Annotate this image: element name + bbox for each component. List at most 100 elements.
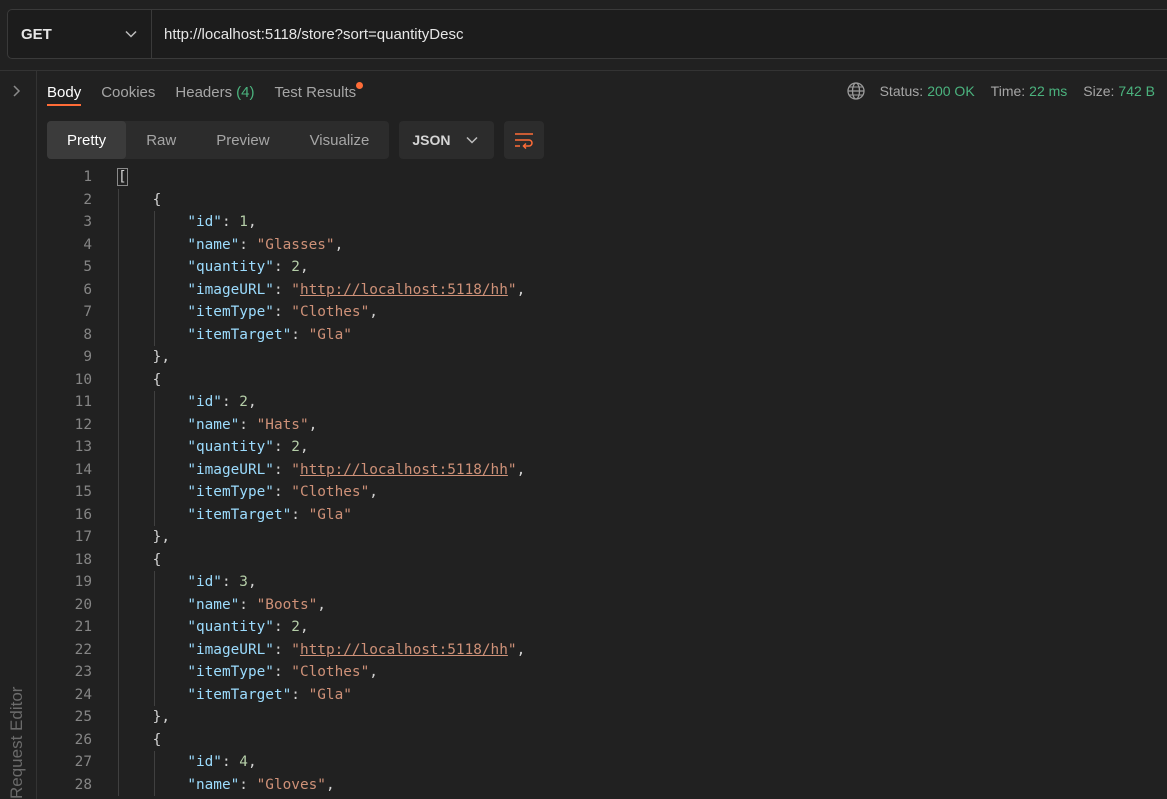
view-preview-button[interactable]: Preview bbox=[196, 121, 289, 159]
line-number: 5 bbox=[83, 259, 92, 275]
code-line-content: "id": 1, bbox=[118, 211, 256, 234]
code-line: 12 "name": "Hats", bbox=[47, 414, 1167, 437]
code-punct: , bbox=[369, 304, 378, 320]
code-punct: { bbox=[118, 191, 162, 208]
globe-icon[interactable] bbox=[846, 81, 866, 101]
time-readout[interactable]: Time: 22 ms bbox=[991, 83, 1068, 99]
code-line: 22 "imageURL": "http://localhost:5118/hh… bbox=[47, 639, 1167, 662]
view-raw-button[interactable]: Raw bbox=[126, 121, 196, 159]
code-punct: , bbox=[325, 776, 335, 793]
code-punct: { bbox=[118, 731, 162, 748]
code-punct bbox=[118, 777, 187, 793]
response-tabs: Body Cookies Headers (4) Test Results bbox=[47, 71, 364, 113]
code-punct: : bbox=[239, 416, 257, 433]
tab-headers[interactable]: Headers (4) bbox=[175, 72, 254, 112]
code-punct: : bbox=[291, 326, 309, 343]
code-punct: : bbox=[273, 259, 292, 275]
code-line-content: "imageURL": "http://localhost:5118/hh", bbox=[118, 279, 525, 302]
json-key: "itemType" bbox=[187, 304, 274, 320]
json-string: "Clothes" bbox=[291, 664, 370, 680]
status-readout[interactable]: Status: 200 OK bbox=[880, 83, 975, 99]
code-punct: , bbox=[369, 664, 378, 680]
code-line-content: "quantity": 2, bbox=[118, 436, 308, 459]
chevron-down-icon bbox=[466, 136, 478, 144]
json-string: "Gla" bbox=[308, 506, 352, 523]
code-punct bbox=[118, 754, 187, 770]
json-string: " bbox=[507, 281, 517, 298]
json-number: 3 bbox=[239, 574, 248, 590]
wrap-lines-button[interactable] bbox=[504, 121, 545, 159]
line-number: 15 bbox=[74, 484, 92, 500]
json-link[interactable]: http://localhost:5118/hh bbox=[300, 642, 508, 658]
format-select[interactable]: JSON bbox=[399, 121, 495, 159]
code-punct bbox=[118, 259, 187, 275]
code-line-content: "quantity": 2, bbox=[118, 256, 308, 279]
code-punct: : bbox=[273, 439, 292, 455]
json-key: "name" bbox=[187, 236, 240, 253]
json-key: "quantity" bbox=[187, 439, 274, 455]
code-punct: : bbox=[273, 461, 292, 478]
line-number: 13 bbox=[74, 439, 92, 455]
request-editor-label-wrap[interactable]: Request Editor bbox=[3, 679, 33, 799]
code-line-content: }, bbox=[118, 706, 170, 729]
code-line: 17 }, bbox=[47, 526, 1167, 549]
request-box: GET http://localhost:5118/store?sort=qua… bbox=[7, 9, 1167, 59]
request-editor-label: Request Editor bbox=[7, 686, 26, 799]
code-punct bbox=[118, 439, 187, 455]
code-punct: , bbox=[369, 484, 378, 500]
status-label: Status: bbox=[879, 83, 924, 99]
size-readout[interactable]: Size: 742 B bbox=[1083, 83, 1155, 99]
response-status: Status: 200 OK Time: 22 ms Size: 742 B bbox=[846, 71, 1155, 111]
code-punct: : bbox=[273, 484, 292, 500]
code-line: 2 { bbox=[47, 189, 1167, 212]
tab-cookies[interactable]: Cookies bbox=[101, 72, 155, 112]
tab-test-results-label: Test Results bbox=[274, 83, 357, 101]
code-line-content: "name": "Boots", bbox=[118, 594, 326, 617]
view-pretty-button[interactable]: Pretty bbox=[47, 121, 127, 159]
code-line: 26 { bbox=[47, 729, 1167, 752]
line-number: 21 bbox=[74, 619, 92, 635]
line-number: 16 bbox=[74, 506, 92, 523]
json-string: "Gla" bbox=[308, 326, 352, 343]
json-string: " bbox=[291, 641, 300, 658]
tab-body[interactable]: Body bbox=[47, 72, 82, 112]
code-line: 6 "imageURL": "http://localhost:5118/hh"… bbox=[47, 279, 1167, 302]
status-value: 200 OK bbox=[927, 83, 975, 99]
code-line: 11 "id": 2, bbox=[47, 391, 1167, 414]
code-line: 18 { bbox=[47, 549, 1167, 572]
code-line: 20 "name": "Boots", bbox=[47, 594, 1167, 617]
json-link[interactable]: http://localhost:5118/hh bbox=[300, 462, 508, 478]
method-select[interactable]: GET bbox=[8, 10, 152, 58]
json-string: " bbox=[507, 461, 517, 478]
code-punct: : bbox=[291, 686, 309, 703]
json-number: 2 bbox=[291, 259, 300, 275]
tab-test-results[interactable]: Test Results bbox=[274, 72, 364, 112]
json-number: 2 bbox=[291, 619, 300, 635]
json-key: "itemType" bbox=[187, 484, 274, 500]
response-body-code[interactable]: 1[2 {3 "id": 1, 4 "name": "Glasses", 5 "qu… bbox=[47, 166, 1167, 799]
json-number: 4 bbox=[239, 754, 248, 770]
code-line-content: "id": 4, bbox=[118, 751, 256, 774]
code-line: 7 "itemType": "Clothes", bbox=[47, 301, 1167, 324]
json-string: "Clothes" bbox=[291, 484, 370, 500]
code-punct: : bbox=[273, 304, 292, 320]
chevron-right-icon[interactable] bbox=[9, 83, 25, 99]
json-key: "id" bbox=[187, 574, 222, 590]
indent-guide bbox=[154, 211, 155, 346]
url-input[interactable]: http://localhost:5118/store?sort=quantit… bbox=[152, 10, 1167, 58]
line-number: 25 bbox=[74, 709, 92, 725]
view-visualize-button[interactable]: Visualize bbox=[290, 121, 390, 159]
code-line-content: "name": "Gloves", bbox=[118, 774, 335, 797]
code-line-content: "imageURL": "http://localhost:5118/hh", bbox=[118, 459, 525, 482]
tab-cookies-label: Cookies bbox=[101, 83, 156, 101]
code-punct: , bbox=[516, 461, 526, 478]
code-punct bbox=[118, 507, 187, 523]
json-link[interactable]: http://localhost:5118/hh bbox=[300, 282, 508, 298]
code-punct: : bbox=[291, 506, 309, 523]
code-line-content: { bbox=[118, 549, 162, 572]
json-number: 2 bbox=[239, 394, 248, 410]
line-number: 11 bbox=[74, 394, 92, 410]
code-line-content: [ bbox=[117, 166, 128, 189]
json-key: "imageURL" bbox=[187, 281, 274, 298]
code-punct: : bbox=[273, 664, 292, 680]
